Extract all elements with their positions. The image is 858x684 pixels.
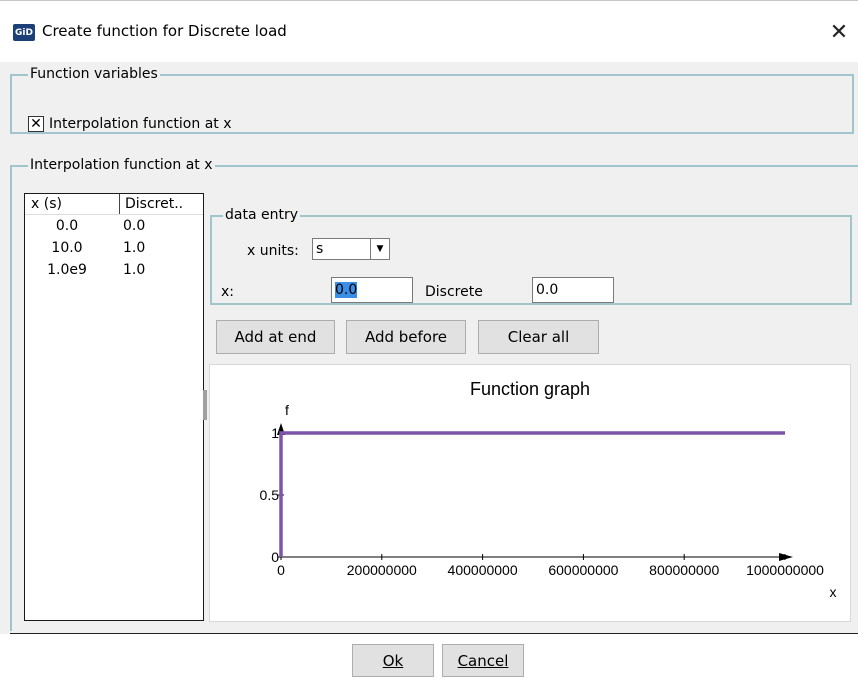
cancel-button[interactable]: Cancel bbox=[442, 644, 524, 677]
table-row[interactable]: 10.0 1.0 bbox=[25, 238, 203, 260]
x-tick-label: 400000000 bbox=[448, 562, 518, 578]
pane-splitter-handle[interactable] bbox=[203, 390, 207, 420]
ok-button[interactable]: Ok bbox=[352, 644, 434, 677]
add-at-end-button[interactable]: Add at end bbox=[216, 320, 335, 354]
x-axis-label: x bbox=[830, 584, 837, 600]
x-tick-label: 600000000 bbox=[548, 562, 618, 578]
close-icon[interactable]: ✕ bbox=[822, 15, 856, 49]
data-entry-group bbox=[210, 215, 852, 305]
add-before-button[interactable]: Add before bbox=[346, 320, 466, 354]
cell-x: 1.0e9 bbox=[47, 262, 87, 278]
function-graph: Function graph f x 0 200000000 400000000 60000… bbox=[209, 364, 851, 622]
x-axis-arrow bbox=[779, 553, 793, 561]
discrete-value-input[interactable]: 0.0 bbox=[532, 277, 614, 303]
x-tick-label: 800000000 bbox=[649, 562, 719, 578]
cell-x: 0.0 bbox=[55, 218, 79, 234]
cell-discrete: 1.0 bbox=[123, 262, 146, 278]
y-tick-label: 1 bbox=[271, 425, 279, 441]
ok-button-label: Ok bbox=[382, 651, 404, 670]
gid-app-icon: GiD bbox=[13, 24, 35, 41]
interpolation-checkbox-label: Interpolation function at x bbox=[49, 116, 232, 132]
function-variables-legend: Function variables bbox=[28, 66, 160, 82]
dialog-body: Function variables ✕ Interpolation funct… bbox=[0, 62, 858, 634]
y-axis-label: f bbox=[285, 402, 289, 418]
table-row[interactable]: 1.0e9 1.0 bbox=[25, 260, 203, 282]
function-graph-canvas: Function graph f x 0 200000000 400000000 60000… bbox=[260, 379, 837, 600]
interpolation-legend: Interpolation function at x bbox=[28, 157, 215, 173]
column-header-x[interactable]: x (s) bbox=[31, 196, 62, 212]
y-tick-label: 0.5 bbox=[260, 487, 280, 503]
discrete-label: Discrete bbox=[425, 284, 483, 300]
x-units-label: x units: bbox=[247, 243, 299, 259]
table-header: x (s) Discret.. bbox=[25, 194, 203, 215]
column-divider[interactable] bbox=[119, 194, 120, 214]
x-tick-label: 1000000000 bbox=[746, 562, 824, 578]
interpolation-checkbox[interactable]: ✕ bbox=[28, 116, 44, 132]
discrete-value-text: 0.0 bbox=[536, 282, 559, 298]
x-value-input[interactable]: 0.0 bbox=[331, 277, 413, 303]
title-bar: GiD Create function for Discrete load ✕ bbox=[0, 0, 858, 63]
cell-x: 10.0 bbox=[51, 240, 83, 256]
dropdown-arrow-icon[interactable]: ▼ bbox=[370, 239, 389, 259]
x-units-select[interactable]: s ▼ bbox=[312, 238, 390, 260]
series-line bbox=[279, 431, 785, 558]
cell-discrete: 0.0 bbox=[123, 218, 146, 234]
cancel-button-label: Cancel bbox=[457, 651, 509, 670]
table-row[interactable]: 0.0 0.0 bbox=[25, 216, 203, 238]
footer-separator bbox=[10, 633, 858, 634]
x-value-text: 0.0 bbox=[335, 282, 358, 298]
column-header-discrete[interactable]: Discret.. bbox=[125, 196, 183, 212]
x-label: x: bbox=[221, 284, 235, 300]
x-units-value: s bbox=[316, 241, 324, 257]
x-tick-label: 200000000 bbox=[347, 562, 417, 578]
chart-title: Function graph bbox=[470, 379, 590, 399]
points-table[interactable]: x (s) Discret.. 0.0 0.0 10.0 1.0 1.0e9 1… bbox=[24, 193, 204, 621]
cell-discrete: 1.0 bbox=[123, 240, 146, 256]
y-tick-label: 0 bbox=[271, 549, 279, 565]
window-title: Create function for Discrete load bbox=[42, 22, 287, 40]
clear-all-button[interactable]: Clear all bbox=[478, 320, 599, 354]
data-entry-legend: data entry bbox=[223, 207, 301, 223]
